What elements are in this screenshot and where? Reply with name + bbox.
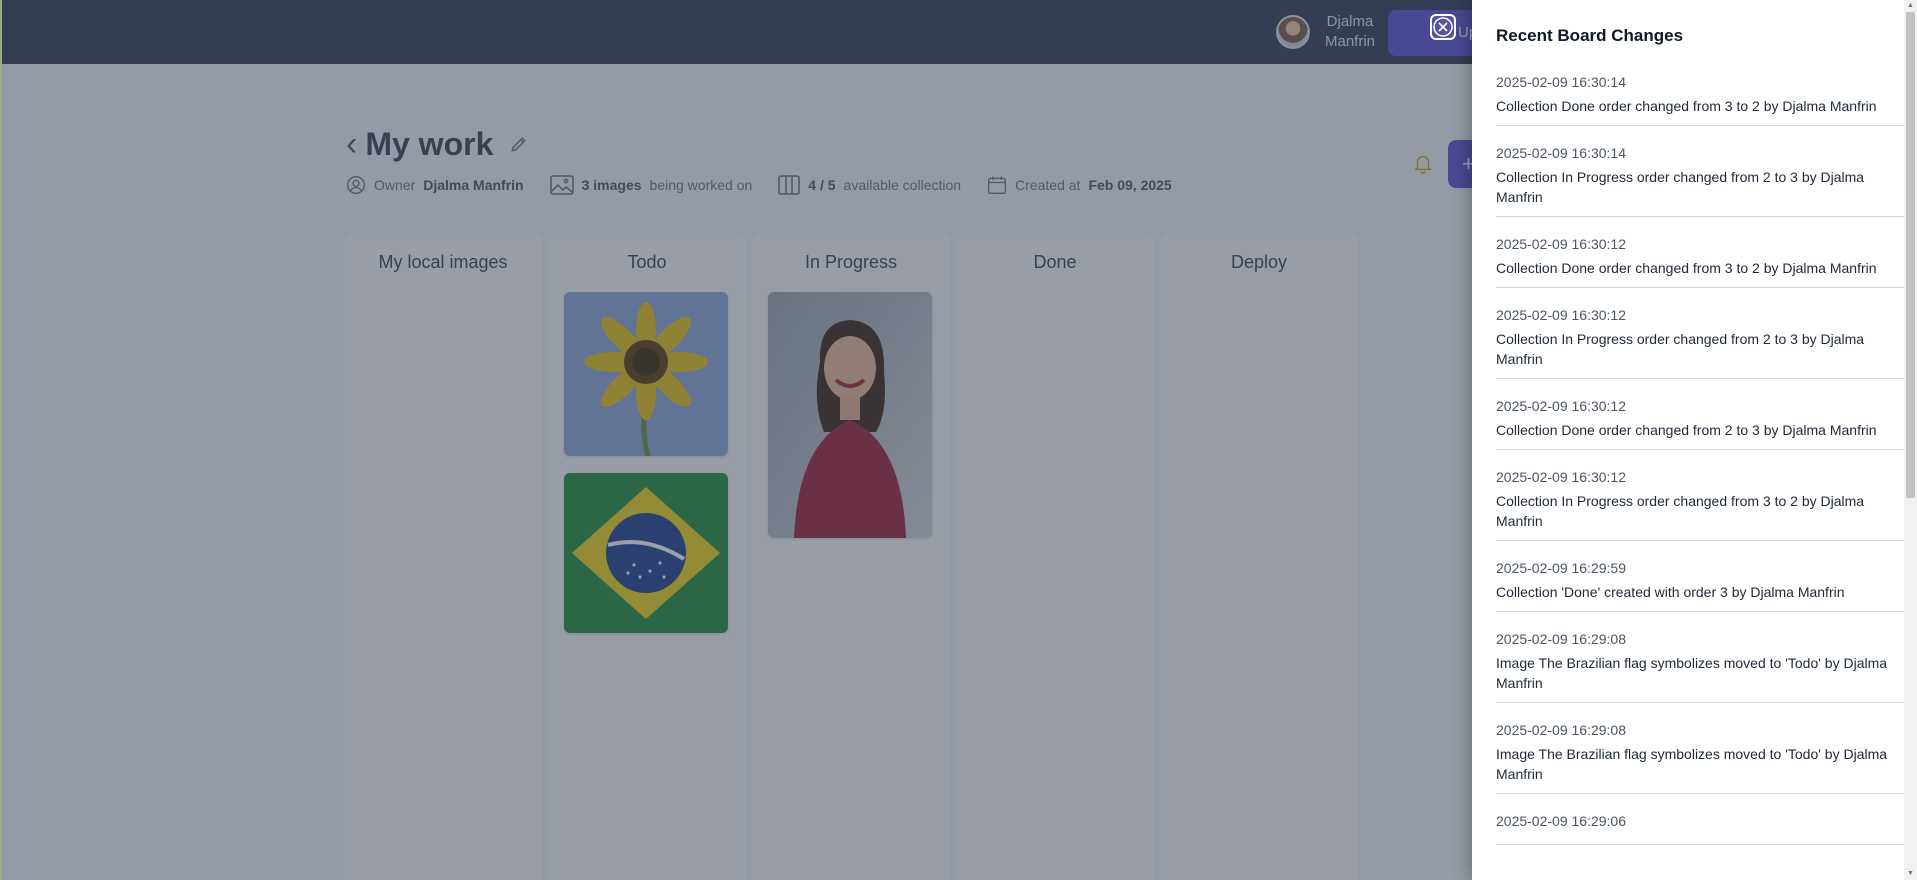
history-text: Collection In Progress order changed fro… [1496, 331, 1865, 367]
close-drawer-button[interactable] [1430, 14, 1456, 40]
history-text: Image The Brazilian flag symbolizes move… [1496, 655, 1888, 691]
history-text: Collection Done order changed from 3 to … [1496, 260, 1877, 276]
drawer-title: Recent Board Changes [1496, 26, 1684, 45]
history-time: 2025-02-09 16:29:06 [1496, 813, 1626, 829]
history-time: 2025-02-09 16:30:12 [1496, 469, 1626, 485]
history-drawer: Recent Board Changes 2025-02-09 16:30:14… [1472, 0, 1917, 880]
history-time: 2025-02-09 16:29:08 [1496, 722, 1626, 738]
history-time: 2025-02-09 16:30:12 [1496, 398, 1626, 414]
close-icon [1433, 17, 1453, 37]
history-text: Collection 'Done' created with order 3 b… [1496, 584, 1845, 600]
history-item: 2025-02-09 16:30:12 Collection In Progre… [1496, 303, 1904, 379]
history-item: 2025-02-09 16:30:12 Collection In Progre… [1496, 465, 1904, 541]
history-item: 2025-02-09 16:29:08 Image The Brazilian … [1496, 718, 1904, 794]
history-item: 2025-02-09 16:30:12 Collection Done orde… [1496, 232, 1904, 288]
history-time: 2025-02-09 16:30:14 [1496, 145, 1626, 161]
history-text: Collection Done order changed from 2 to … [1496, 422, 1877, 438]
history-text: Collection In Progress order changed fro… [1496, 169, 1865, 205]
history-text: Collection Done order changed from 3 to … [1496, 98, 1877, 114]
history-time: 2025-02-09 16:30:12 [1496, 236, 1626, 252]
history-time: 2025-02-09 16:30:14 [1496, 74, 1626, 90]
history-list: 2025-02-09 16:30:14 Collection Done orde… [1496, 70, 1904, 860]
history-text: Image The Brazilian flag symbolizes move… [1496, 746, 1888, 782]
history-item: 2025-02-09 16:29:08 Image The Brazilian … [1496, 627, 1904, 703]
history-text: Collection In Progress order changed fro… [1496, 493, 1865, 529]
history-time: 2025-02-09 16:30:12 [1496, 307, 1626, 323]
history-item: 2025-02-09 16:29:06 [1496, 809, 1904, 845]
history-time: 2025-02-09 16:29:59 [1496, 560, 1626, 576]
history-time: 2025-02-09 16:29:08 [1496, 631, 1626, 647]
scrollbar-thumb[interactable] [1906, 12, 1915, 498]
scroll-down-icon[interactable]: ▼ [1906, 869, 1915, 879]
history-item: 2025-02-09 16:30:14 Collection In Progre… [1496, 141, 1904, 217]
history-item: 2025-02-09 16:30:14 Collection Done orde… [1496, 70, 1904, 126]
history-item: 2025-02-09 16:29:59 Collection 'Done' cr… [1496, 556, 1904, 612]
history-item: 2025-02-09 16:30:12 Collection Done orde… [1496, 394, 1904, 450]
scroll-up-icon[interactable]: ▲ [1906, 1, 1915, 11]
